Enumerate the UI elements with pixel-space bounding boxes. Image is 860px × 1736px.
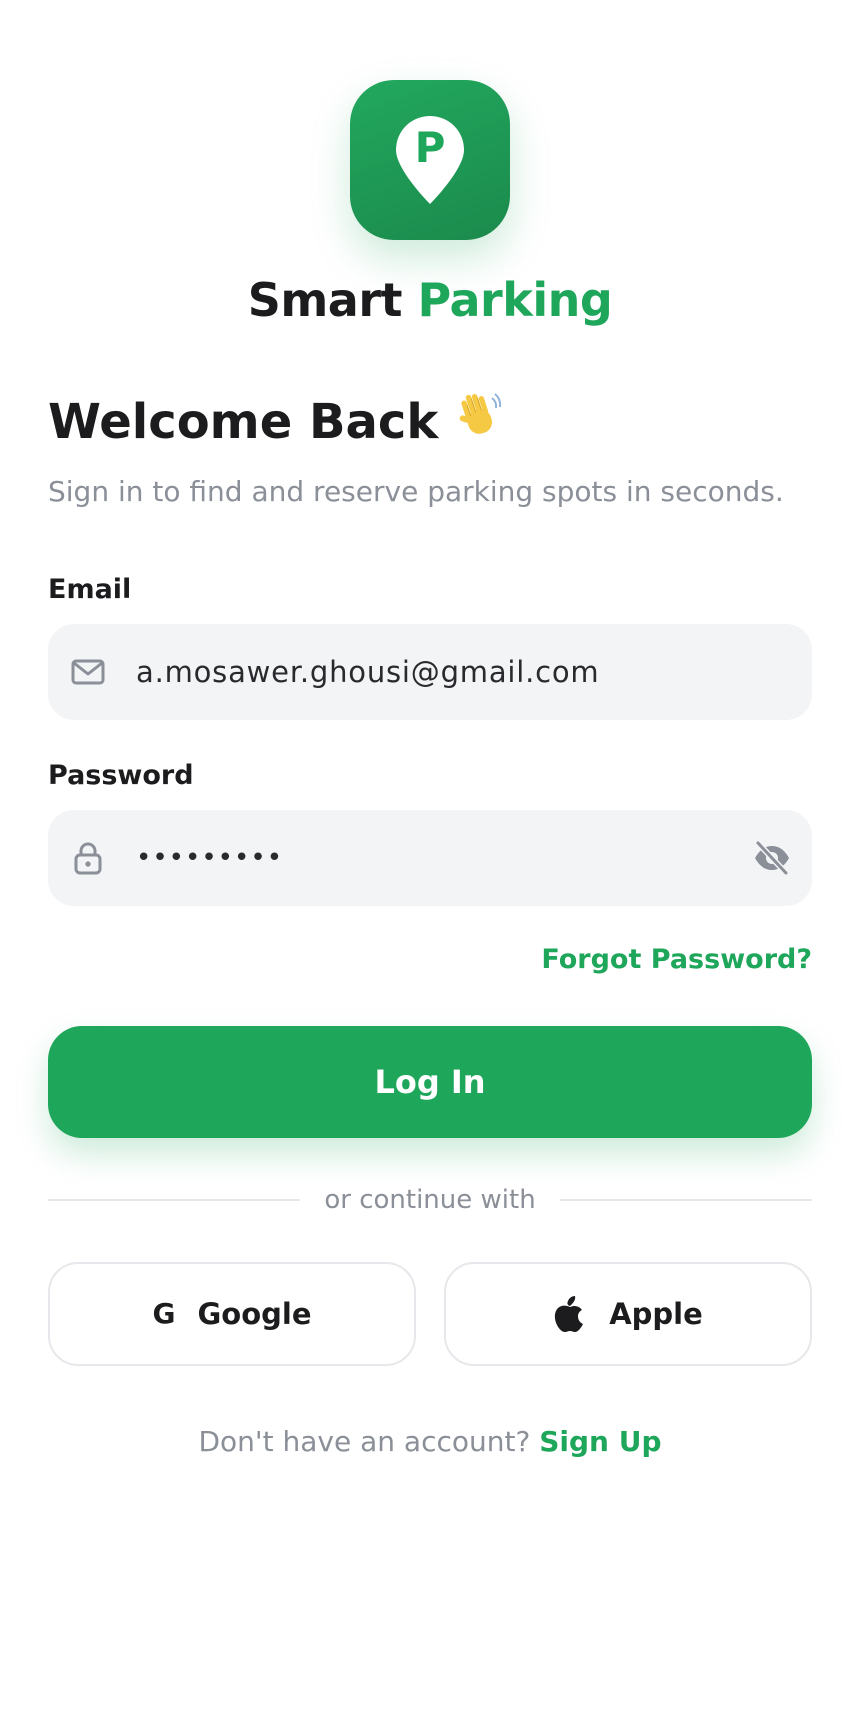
waving-hand-icon bbox=[452, 388, 502, 456]
apple-signin-button[interactable]: Apple bbox=[444, 1262, 812, 1366]
page-title: Welcome Back bbox=[48, 388, 502, 456]
email-input[interactable] bbox=[136, 624, 716, 720]
eye-off-icon[interactable] bbox=[752, 839, 792, 877]
email-field[interactable] bbox=[48, 624, 812, 720]
signup-prompt: Don't have an account? bbox=[198, 1425, 531, 1458]
lock-icon bbox=[74, 842, 102, 875]
google-signin-button[interactable]: G Google bbox=[48, 1262, 416, 1366]
password-input[interactable] bbox=[136, 810, 716, 906]
password-field[interactable] bbox=[48, 810, 812, 906]
brand-name-primary: Smart bbox=[247, 273, 403, 327]
logo-letter: P bbox=[415, 123, 446, 172]
logo-tile: P bbox=[350, 80, 510, 240]
app-logo: P bbox=[350, 80, 510, 240]
page-subtitle: Sign in to find and reserve parking spot… bbox=[48, 475, 784, 508]
divider-text: or continue with bbox=[324, 1185, 536, 1215]
apple-icon bbox=[555, 1296, 584, 1332]
login-button[interactable]: Log In bbox=[48, 1026, 812, 1138]
login-screen: P Smart Parking Welcome Back Sign in to … bbox=[0, 0, 860, 1736]
google-icon: G bbox=[152, 1297, 176, 1330]
signup-link[interactable]: Sign Up bbox=[539, 1425, 661, 1458]
forgot-password-link[interactable]: Forgot Password? bbox=[541, 942, 812, 978]
mail-icon bbox=[71, 659, 105, 685]
email-label: Email bbox=[48, 574, 132, 605]
parking-pin-icon: P bbox=[396, 116, 464, 204]
brand-name-accent: Parking bbox=[417, 273, 613, 327]
google-signin-label: Google bbox=[197, 1297, 312, 1331]
apple-signin-label: Apple bbox=[609, 1297, 703, 1331]
brand-name: Smart Parking bbox=[0, 268, 860, 332]
password-label: Password bbox=[48, 760, 194, 791]
page-title-text: Welcome Back bbox=[48, 394, 439, 450]
signup-row: Don't have an account? Sign Up bbox=[0, 1422, 860, 1462]
